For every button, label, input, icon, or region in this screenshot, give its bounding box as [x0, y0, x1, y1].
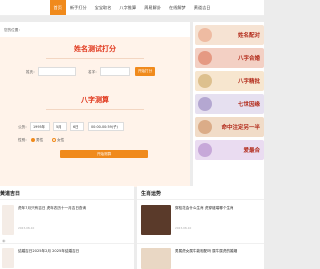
female-label: 女性: [57, 138, 65, 142]
banner-label: 七世因缘: [237, 102, 260, 108]
sidebar-banners: 姓名配对 八字合婚 八字精批 七世因缘 命中注定另一半 爱最合: [193, 22, 264, 192]
banner-deco-icon: [198, 28, 212, 42]
article-title[interactable]: 穿桂花会什么生肖 虎穿链端哪个生肖: [175, 206, 261, 211]
banner-label: 姓名配对: [237, 33, 260, 39]
nav-item-name-score[interactable]: 新手打分: [66, 0, 91, 15]
nav-item-lucky-day[interactable]: 黄道吉日: [190, 0, 215, 15]
month-select[interactable]: 5月: [53, 122, 67, 131]
banner-bazi-marriage[interactable]: 八字合婚: [195, 48, 264, 68]
name-test-title: 姓名测试打分: [74, 45, 116, 53]
surname-label: 姓氏：: [26, 70, 37, 74]
banner-love-match[interactable]: 爱最合: [195, 140, 264, 160]
male-label: 男性: [36, 138, 44, 142]
fortune-title: 生肖运势: [141, 191, 162, 197]
nav-item-zhouyi[interactable]: 周易解卦: [140, 0, 165, 15]
nav-item-baby-name[interactable]: 宝宝取名: [91, 0, 116, 15]
banner-label: 八字合婚: [237, 56, 260, 62]
given-name-label: 名字：: [88, 70, 99, 74]
banner-deco-icon: [198, 143, 212, 157]
male-radio[interactable]: [31, 138, 35, 142]
banner-label: 八字精批: [237, 79, 260, 85]
banner-bazi-detail[interactable]: 八字精批: [195, 71, 264, 91]
calendar-thumbnail[interactable]: [2, 248, 14, 268]
article-date: 2023-08-10: [18, 226, 35, 230]
banner-deco-icon: [198, 51, 212, 65]
female-radio[interactable]: [52, 138, 56, 142]
bazi-title: 八字测算: [81, 96, 109, 104]
divider: [46, 58, 144, 59]
calendar-thumbnail[interactable]: [2, 205, 14, 235]
article-title[interactable]: 虎年7月只有吉日 虎年农历十一月吉日查询: [18, 206, 126, 211]
given-name-input[interactable]: [100, 67, 130, 76]
gongli-label: 公历：: [18, 125, 29, 129]
banner-name-match[interactable]: 姓名配对: [195, 25, 264, 45]
divider: [137, 243, 264, 244]
nav-item-dream[interactable]: 在线解梦: [165, 0, 190, 15]
divider: [46, 109, 144, 110]
main-panel: 您的位置： 姓名测试打分 姓氏： 名字： 开始打分 八字测算 公历： 1995年…: [0, 22, 190, 187]
year-select[interactable]: 1995年: [30, 122, 50, 131]
article-date: 2023-08-10: [175, 226, 192, 230]
banner-destined-partner[interactable]: 命中注定另一半: [195, 117, 264, 137]
lucky-day-title: 黄道吉日: [0, 191, 21, 197]
nav-item-bazi[interactable]: 八字推算: [115, 0, 140, 15]
hour-select[interactable]: 00:00-00:59(子): [88, 122, 124, 131]
divider: [0, 199, 134, 200]
page: { "nav": { "items": [ {"label": "首页", "a…: [0, 0, 264, 269]
fortune-block: 生肖运势 穿桂花会什么生肖 虎穿链端哪个生肖 2023-08-10 男属虎女属牛…: [137, 186, 264, 269]
article-title[interactable]: 男属虎女属牛能相配吗 属牛属虎的婚姻: [175, 249, 261, 254]
lucky-day-block: 黄道吉日 虎年7月只有吉日 虎年农历十一月吉日查询 2023-08-10 ◉ 结…: [0, 186, 134, 269]
nav-item-home[interactable]: 首页: [49, 0, 66, 15]
day-select[interactable]: 6日: [70, 122, 84, 131]
banner-deco-icon: [198, 97, 212, 111]
banner-label: 命中注定另一半: [221, 125, 260, 131]
banner-seven-lives[interactable]: 七世因缘: [195, 94, 264, 114]
top-nav: 首页 新手打分 宝宝取名 八字推算 周易解卦 在线解梦 黄道吉日: [0, 0, 264, 16]
divider: [137, 199, 264, 200]
banner-label: 爱最合: [243, 148, 260, 154]
article-title[interactable]: 结婚吉日2025年2月 2025年结婚吉日: [18, 249, 126, 254]
article-thumbnail[interactable]: [141, 248, 171, 269]
gender-label: 性别：: [18, 138, 29, 142]
article-thumbnail[interactable]: [141, 205, 171, 235]
name-score-button[interactable]: 开始打分: [135, 67, 155, 76]
surname-input[interactable]: [38, 67, 76, 76]
banner-deco-icon: [198, 120, 212, 134]
banner-deco-icon: [198, 74, 212, 88]
breadcrumb: 您的位置：: [4, 28, 22, 32]
bazi-submit-button[interactable]: 开始测算: [60, 150, 148, 158]
divider: [0, 243, 134, 244]
